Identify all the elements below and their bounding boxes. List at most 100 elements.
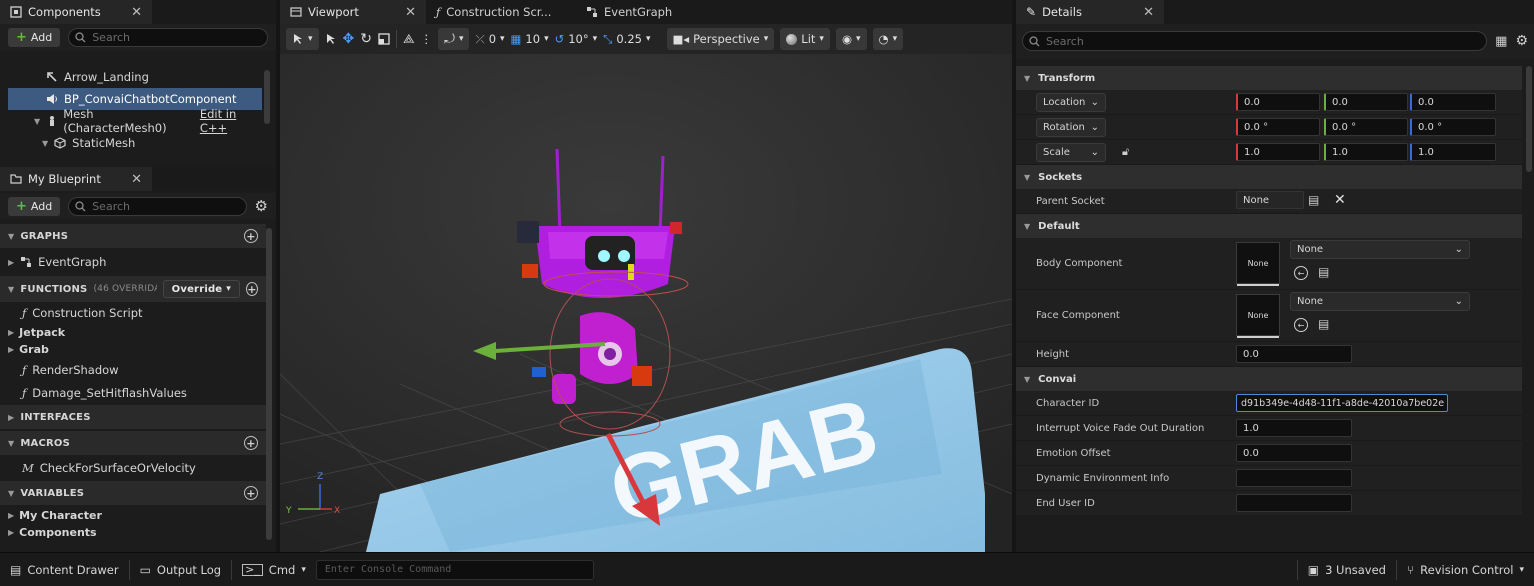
tree-item-mesh[interactable]: ▼ Mesh (CharacterMesh0) Edit in C++ [8, 107, 262, 135]
browse-icon[interactable]: ▤ [1318, 317, 1329, 331]
close-icon[interactable]: ✕ [405, 5, 416, 20]
rotation-snap-dropdown[interactable]: ⤫ 0 ▾ [475, 32, 504, 47]
content-drawer-button[interactable]: ▤ Content Drawer [0, 553, 129, 586]
collapse-arrow-icon[interactable]: ▼ [42, 139, 48, 148]
location-y-field[interactable]: 0.0 [1324, 93, 1408, 111]
function-category-jetpack[interactable]: ▶ Jetpack [0, 324, 266, 341]
scale-snap-dropdown[interactable]: ⤡ 0.25 ▾ [603, 32, 650, 47]
close-icon[interactable]: ✕ [131, 5, 142, 20]
use-selected-icon[interactable]: ← [1294, 266, 1308, 280]
expand-arrow-icon[interactable]: ▶ [8, 258, 14, 267]
parent-socket-field[interactable]: None [1236, 191, 1304, 209]
scale-tool-icon[interactable] [378, 33, 390, 45]
view-options-dropdown[interactable]: ◔ ▾ [872, 28, 904, 50]
unsaved-button[interactable]: ▣ 3 Unsaved [1298, 553, 1396, 586]
face-component-thumbnail[interactable]: None [1236, 294, 1280, 338]
rotate-tool-icon[interactable]: ↻ [360, 31, 372, 47]
rotation-dropdown[interactable]: Rotation ⌄ [1036, 118, 1106, 137]
add-function-icon[interactable]: + [246, 282, 258, 296]
output-log-button[interactable]: ▭ Output Log [130, 553, 232, 586]
location-dropdown[interactable]: Location ⌄ [1036, 93, 1106, 112]
use-selected-icon[interactable]: ← [1294, 318, 1308, 332]
edit-in-cpp-link[interactable]: Edit in C++ [200, 107, 262, 135]
components-search-input[interactable]: Search [68, 27, 268, 47]
perspective-dropdown[interactable]: ■◂ Perspective ▾ [666, 28, 775, 50]
close-icon[interactable]: ✕ [1143, 5, 1154, 20]
scale-dropdown[interactable]: Scale ⌄ [1036, 143, 1106, 162]
emotion-offset-field[interactable]: 0.0 [1236, 444, 1352, 462]
console-command-input[interactable]: Enter Console Command [315, 559, 594, 580]
tree-item-arrow-landing[interactable]: Arrow_Landing [8, 66, 262, 88]
add-macro-icon[interactable]: + [244, 436, 258, 450]
browse-socket-icon[interactable]: ▤ [1308, 193, 1319, 207]
gear-icon[interactable]: ⚙ [255, 197, 268, 215]
lit-dropdown[interactable]: Lit ▾ [780, 28, 830, 50]
blueprint-search-input[interactable]: Search [68, 196, 247, 216]
interrupt-duration-field[interactable]: 1.0 [1236, 419, 1352, 437]
blueprint-scrollbar[interactable] [266, 228, 272, 540]
tab-construction-script[interactable]: ƒ Construction Scr... [426, 0, 576, 24]
section-default[interactable]: ▼ Default [1016, 214, 1522, 238]
scale-y-field[interactable]: 1.0 [1324, 143, 1408, 161]
lock-icon[interactable]: 🔓︎ [1122, 145, 1129, 159]
override-dropdown[interactable]: Override ▾ [162, 280, 241, 298]
clear-icon[interactable]: ✕ [1334, 192, 1346, 208]
location-x-field[interactable]: 0.0 [1236, 93, 1320, 111]
function-category-grab[interactable]: ▶ Grab [0, 341, 266, 358]
end-user-id-field[interactable] [1236, 494, 1352, 512]
section-graphs[interactable]: ▼ GRAPHS + [0, 224, 266, 248]
section-variables[interactable]: ▼ VARIABLES + [0, 481, 266, 505]
function-item[interactable]: ƒ Damage_SetHitflashValues [0, 381, 266, 404]
grid-snap-dropdown[interactable]: ▦ 10 ▾ [511, 32, 549, 46]
components-scrollbar[interactable] [264, 70, 270, 124]
close-icon[interactable]: ✕ [131, 172, 142, 187]
coordinate-space-icon[interactable]: ⟁ [403, 32, 415, 47]
cmd-dropdown[interactable]: >_ Cmd ▾ [232, 553, 310, 586]
details-search-input[interactable]: Search [1022, 31, 1488, 51]
height-field[interactable]: 0.0 [1236, 345, 1352, 363]
function-item[interactable]: ƒ RenderShadow [0, 358, 266, 381]
dynamic-environment-field[interactable] [1236, 469, 1352, 487]
collapse-arrow-icon[interactable]: ▼ [34, 117, 40, 126]
rotation-z-field[interactable]: 0.0 ° [1410, 118, 1496, 136]
body-component-dropdown[interactable]: None ⌄ [1290, 240, 1470, 259]
rotation-x-field[interactable]: 0.0 ° [1236, 118, 1320, 136]
variable-category-components[interactable]: ▶ Components [0, 524, 266, 541]
add-component-button[interactable]: + Add [8, 27, 61, 47]
add-variable-icon[interactable]: + [244, 486, 258, 500]
section-sockets[interactable]: ▼ Sockets [1016, 165, 1522, 189]
gear-icon[interactable]: ⚙ [1515, 33, 1528, 49]
viewport-scene[interactable]: GRAB Z Y X [280, 54, 1012, 552]
scale-z-field[interactable]: 1.0 [1410, 143, 1496, 161]
angle-snap-dropdown[interactable]: ↺ 10° ▾ [555, 32, 598, 46]
select-tool-icon[interactable] [325, 33, 337, 45]
section-interfaces[interactable]: ▶ INTERFACES [0, 405, 266, 429]
table-view-icon[interactable]: ▦ [1495, 34, 1507, 49]
tree-item-staticmesh[interactable]: ▼ StaticMesh [8, 132, 262, 154]
surface-snap-button[interactable]: ⤾ ▾ [438, 28, 470, 50]
browse-icon[interactable]: ▤ [1318, 265, 1329, 279]
translate-tool-icon[interactable]: ✥ [343, 31, 355, 47]
macro-item[interactable]: M CheckForSurfaceOrVelocity [0, 455, 266, 481]
add-blueprint-item-button[interactable]: + Add [8, 196, 61, 216]
more-options-icon[interactable]: ⋮ [421, 32, 433, 46]
body-component-thumbnail[interactable]: None [1236, 242, 1280, 286]
tab-viewport[interactable]: Viewport ✕ [280, 0, 426, 24]
tab-eventgraph[interactable]: EventGraph [576, 0, 696, 24]
tab-components[interactable]: Components ✕ [0, 0, 152, 24]
scale-x-field[interactable]: 1.0 [1236, 143, 1320, 161]
add-graph-icon[interactable]: + [244, 229, 258, 243]
variable-category-my-character[interactable]: ▶ My Character [0, 507, 266, 524]
select-mode-dropdown[interactable]: ▾ [286, 28, 319, 50]
character-id-field[interactable]: d91b349e-4d48-11f1-a8de-42010a7be02e [1236, 394, 1448, 412]
show-flags-dropdown[interactable]: ◉ ▾ [835, 28, 867, 50]
face-component-dropdown[interactable]: None ⌄ [1290, 292, 1470, 311]
section-macros[interactable]: ▼ MACROS + [0, 431, 266, 455]
tab-my-blueprint[interactable]: My Blueprint ✕ [0, 167, 152, 191]
function-item[interactable]: ƒ Construction Script [0, 302, 266, 324]
details-scrollbar[interactable] [1526, 66, 1532, 172]
section-functions[interactable]: ▼ FUNCTIONS (46 OVERRIDABLE) Override ▾ … [0, 276, 266, 302]
tab-details[interactable]: ✎ Details ✕ [1016, 0, 1164, 24]
section-convai[interactable]: ▼ Convai [1016, 367, 1522, 391]
rotation-y-field[interactable]: 0.0 ° [1324, 118, 1408, 136]
